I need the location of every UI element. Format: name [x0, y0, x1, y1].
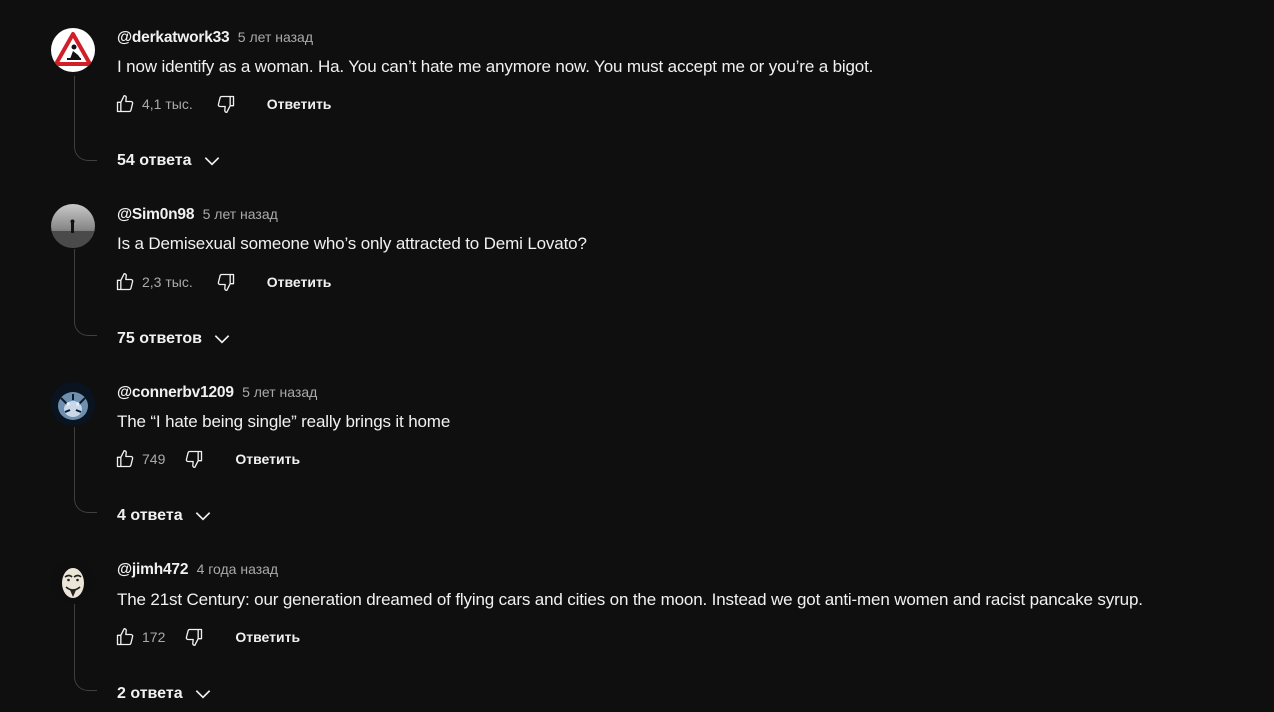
thread-line: [74, 604, 97, 691]
replies-toggle[interactable]: 2 ответа: [117, 684, 213, 704]
comment-author[interactable]: @connerbv1209: [117, 384, 234, 401]
thumbs-up-icon: [116, 273, 134, 291]
chevron-down-icon: [193, 506, 213, 526]
comment-header: @connerbv1209 5 лет назад: [117, 384, 317, 402]
comment-actions: 749 Ответить: [112, 443, 300, 475]
comment-author[interactable]: @jimh472: [117, 561, 188, 578]
chevron-down-icon: [212, 329, 232, 349]
like-count: 749: [142, 451, 166, 467]
dislike-button[interactable]: [213, 269, 239, 295]
replies-toggle[interactable]: 54 ответа: [117, 151, 222, 171]
avatar[interactable]: [51, 559, 95, 603]
thumbs-up-icon: [116, 95, 134, 113]
comment-header: @jimh472 4 года назад: [117, 561, 278, 579]
warning-sign-icon: [51, 28, 95, 72]
reply-button[interactable]: Ответить: [235, 629, 300, 645]
avatar[interactable]: [51, 28, 95, 72]
avatar[interactable]: [51, 382, 95, 426]
replies-count: 4 ответа: [117, 507, 183, 524]
replies-count: 54 ответа: [117, 152, 192, 169]
comment-actions: 172 Ответить: [112, 621, 300, 653]
comment-header: @Sim0n98 5 лет назад: [117, 206, 278, 224]
person-landscape-icon: [51, 204, 95, 248]
thumbs-down-icon: [186, 628, 203, 646]
thumbs-down-icon: [217, 95, 234, 114]
thread-line: [74, 249, 97, 336]
tiger-icon: [51, 382, 95, 426]
like-count: 4,1 тыс.: [142, 96, 193, 112]
reply-button[interactable]: Ответить: [235, 451, 300, 467]
like-count: 2,3 тыс.: [142, 274, 193, 290]
like-count: 172: [142, 629, 166, 645]
thumbs-down-icon: [186, 450, 203, 468]
like-button[interactable]: [112, 446, 138, 472]
comment-time[interactable]: 5 лет назад: [238, 29, 313, 45]
reply-button[interactable]: Ответить: [267, 274, 332, 290]
dislike-button[interactable]: [181, 624, 207, 650]
comment-text: Is a Demisexual someone who’s only attra…: [117, 234, 587, 253]
comment-author[interactable]: @derkatwork33: [117, 29, 230, 46]
comment-text: The “I hate being single” really brings …: [117, 412, 451, 431]
dislike-button[interactable]: [181, 446, 207, 472]
replies-count: 2 ответа: [117, 685, 183, 702]
thread-line: [74, 427, 97, 513]
comment-time[interactable]: 5 лет назад: [203, 206, 278, 222]
like-button[interactable]: [112, 91, 138, 117]
replies-toggle[interactable]: 4 ответа: [117, 506, 213, 526]
chevron-down-icon: [193, 684, 213, 704]
like-button[interactable]: [112, 269, 138, 295]
thumbs-down-icon: [217, 273, 234, 291]
thumbs-up-icon: [116, 450, 134, 468]
guy-fawkes-mask-icon: [51, 559, 95, 603]
thread-line: [74, 76, 97, 161]
like-button[interactable]: [112, 624, 138, 650]
comment-actions: 2,3 тыс. Ответить: [112, 266, 331, 298]
comment-header: @derkatwork33 5 лет назад: [117, 29, 313, 47]
replies-count: 75 ответов: [117, 330, 202, 347]
comment-text: I now identify as a woman. Ha. You can’t…: [117, 57, 874, 76]
chevron-down-icon: [202, 151, 222, 171]
avatar[interactable]: [51, 204, 95, 248]
comment-time[interactable]: 4 года назад: [197, 561, 279, 577]
comment-text: The 21st Century: our generation dreamed…: [117, 590, 1143, 609]
reply-button[interactable]: Ответить: [267, 96, 332, 112]
thumbs-up-icon: [116, 628, 134, 646]
comment-time[interactable]: 5 лет назад: [242, 384, 317, 400]
replies-toggle[interactable]: 75 ответов: [117, 329, 232, 349]
comment-author[interactable]: @Sim0n98: [117, 206, 194, 223]
dislike-button[interactable]: [213, 91, 239, 117]
comment-actions: 4,1 тыс. Ответить: [112, 88, 331, 120]
